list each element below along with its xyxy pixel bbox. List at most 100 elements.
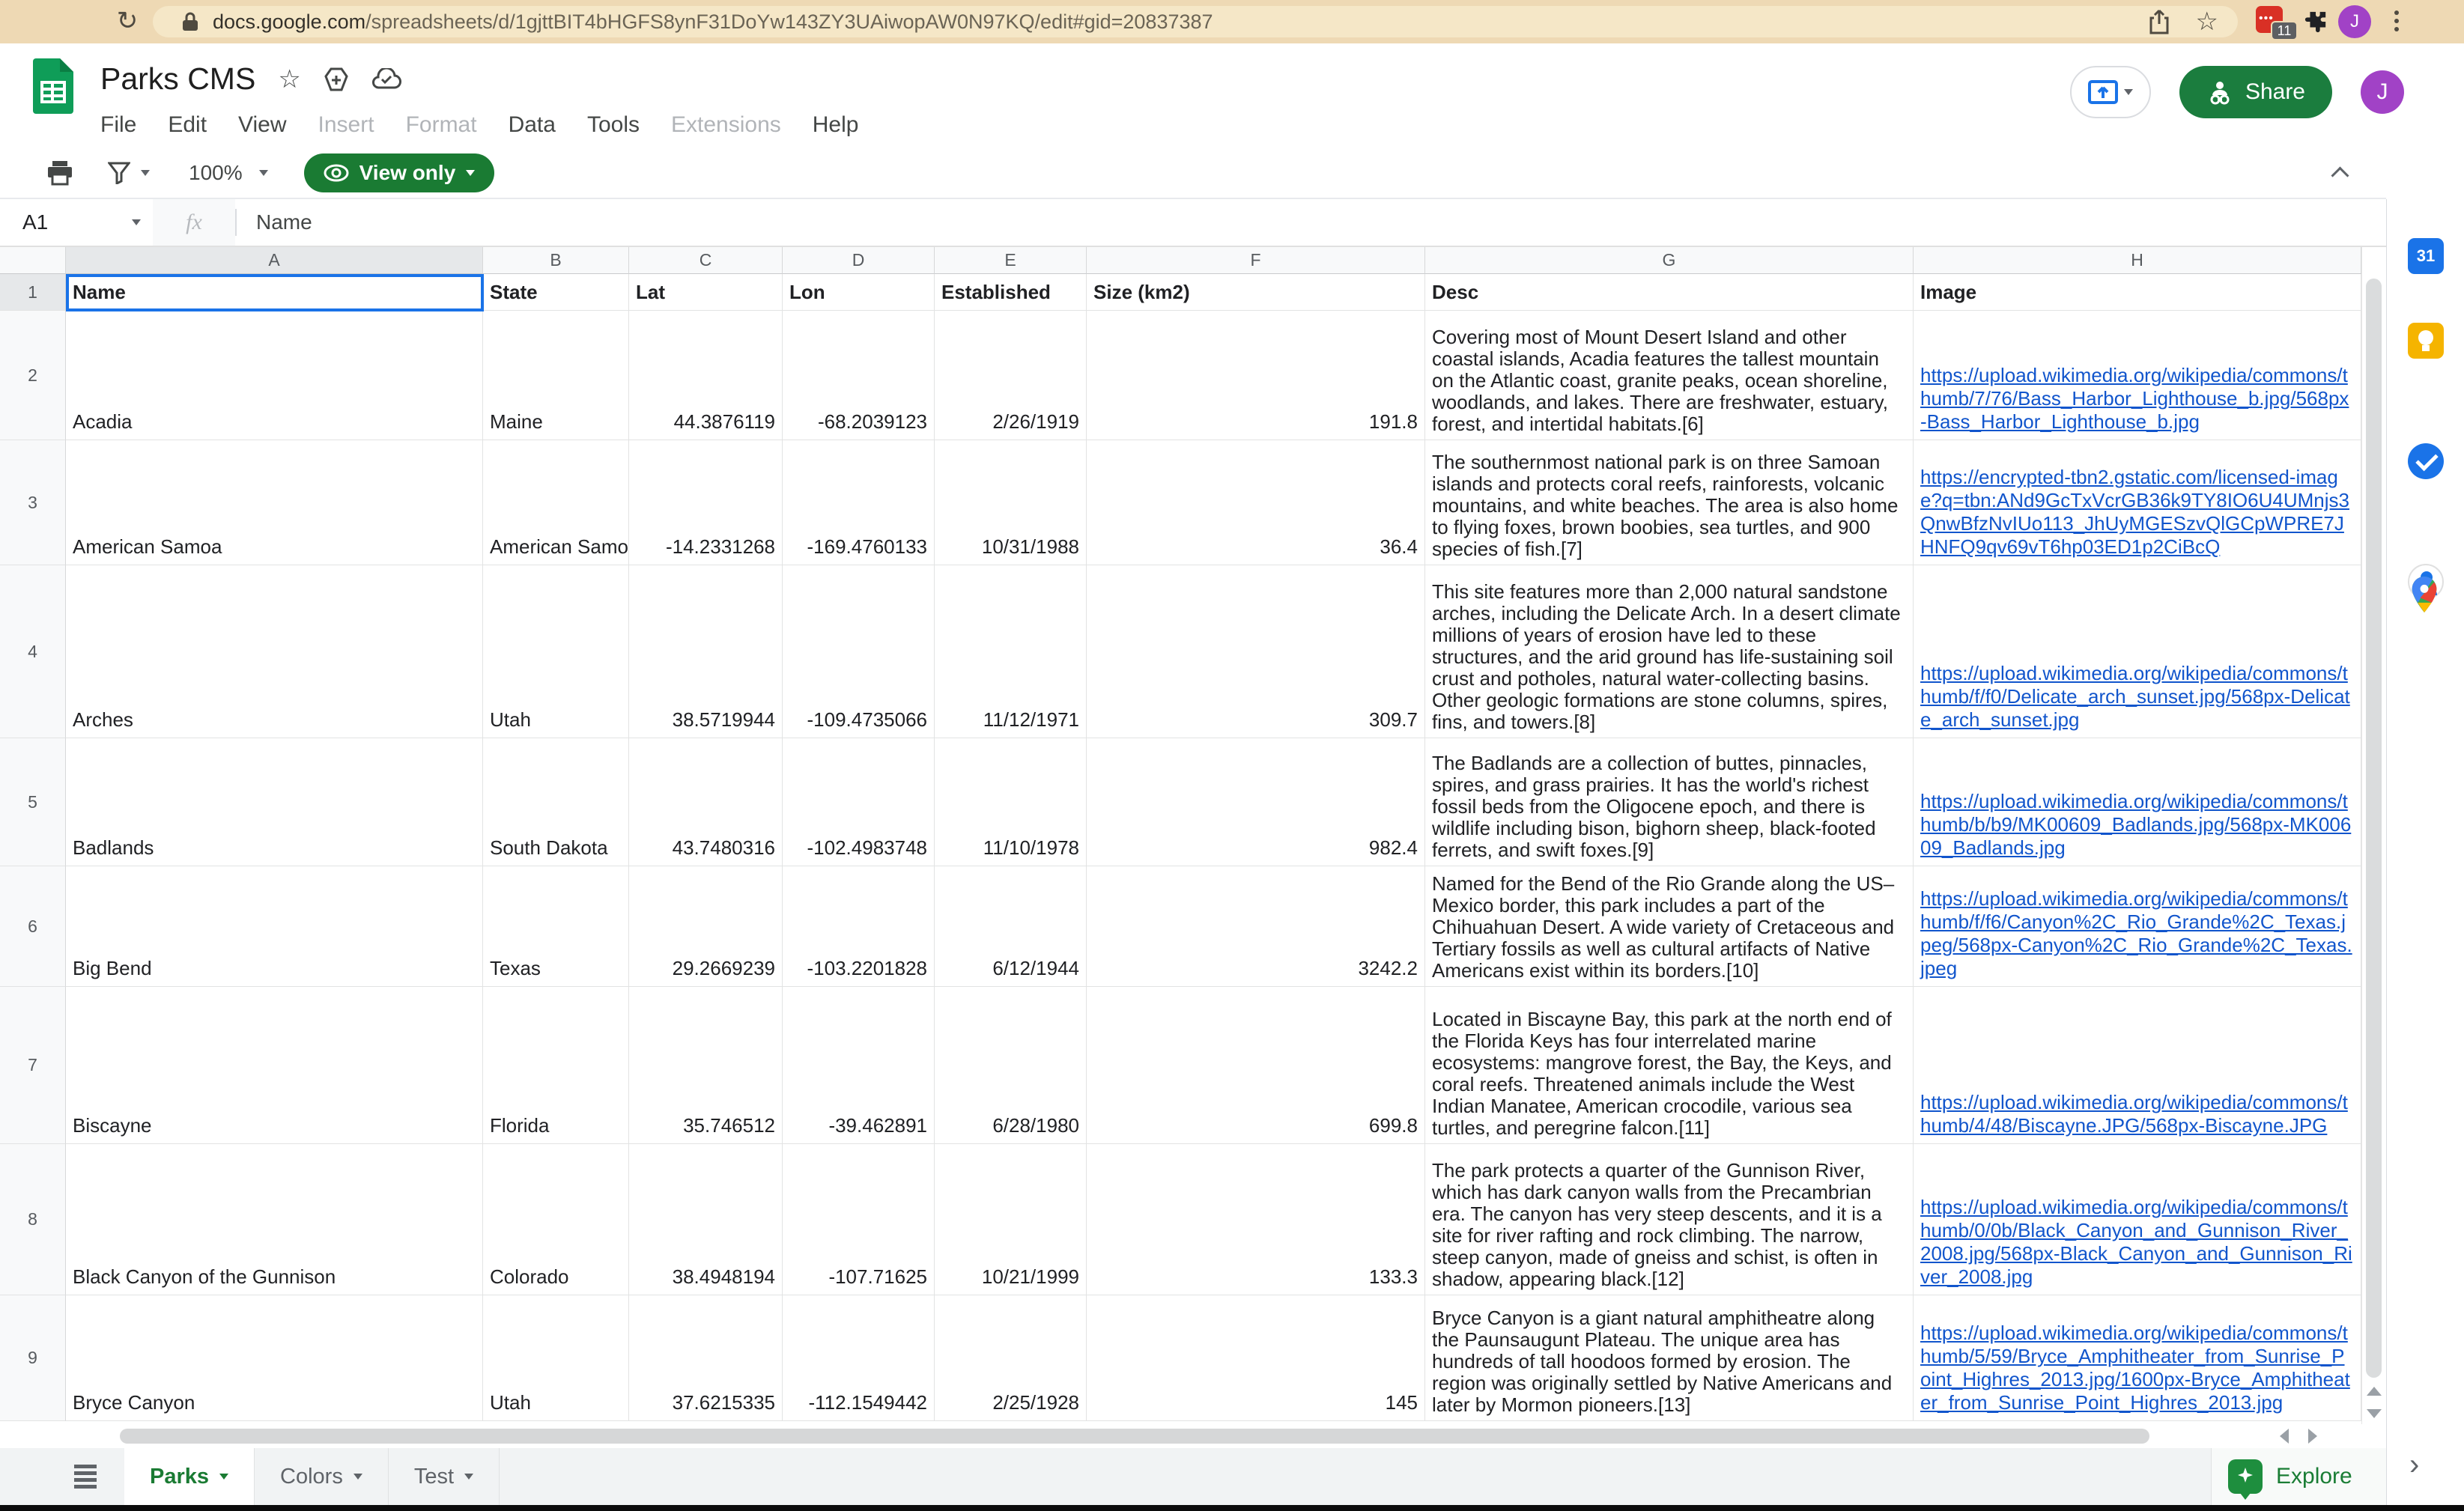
cell-lat[interactable]: 38.4948194 bbox=[629, 1144, 783, 1295]
cell-size[interactable]: 36.4 bbox=[1087, 440, 1425, 565]
tab-parks-caret-icon[interactable] bbox=[219, 1474, 228, 1480]
cell-header-established[interactable]: Established bbox=[935, 274, 1087, 311]
star-document-icon[interactable]: ☆ bbox=[278, 64, 300, 94]
cell-size[interactable]: 699.8 bbox=[1087, 987, 1425, 1144]
cell-image[interactable]: https://upload.wikimedia.org/wikipedia/c… bbox=[1914, 565, 2361, 738]
row-number[interactable]: 5 bbox=[0, 738, 66, 866]
cell-lat[interactable]: 38.5719944 bbox=[629, 565, 783, 738]
cell-header-size[interactable]: Size (km2) bbox=[1087, 274, 1425, 311]
cell-lat[interactable]: 43.7480316 bbox=[629, 738, 783, 866]
account-avatar[interactable]: J bbox=[2361, 70, 2404, 114]
cell-header-lon[interactable]: Lon bbox=[783, 274, 935, 311]
cell-established[interactable]: 10/31/1988 bbox=[935, 440, 1087, 565]
vertical-scrollbar[interactable] bbox=[2361, 247, 2386, 1424]
tab-colors-caret-icon[interactable] bbox=[353, 1474, 362, 1480]
column-header-a[interactable]: A bbox=[66, 247, 483, 274]
horizontal-scrollbar[interactable] bbox=[0, 1424, 2386, 1448]
cell-header-state[interactable]: State bbox=[483, 274, 629, 311]
cell-name[interactable]: Bryce Canyon bbox=[66, 1295, 483, 1421]
present-export-button[interactable] bbox=[2070, 66, 2151, 118]
cell-desc[interactable]: Covering most of Mount Desert Island and… bbox=[1425, 311, 1914, 440]
cell-header-image[interactable]: Image bbox=[1914, 274, 2361, 311]
cell-state[interactable]: South Dakota bbox=[483, 738, 629, 866]
cell-size[interactable]: 309.7 bbox=[1087, 565, 1425, 738]
keep-icon[interactable] bbox=[2408, 323, 2444, 359]
cell-size[interactable]: 3242.2 bbox=[1087, 866, 1425, 987]
cell-established[interactable]: 10/21/1999 bbox=[935, 1144, 1087, 1295]
cell-established[interactable]: 2/26/1919 bbox=[935, 311, 1087, 440]
cell-name[interactable]: Acadia bbox=[66, 311, 483, 440]
cell-desc[interactable]: Named for the Bend of the Rio Grande alo… bbox=[1425, 866, 1914, 987]
menu-insert[interactable]: Insert bbox=[318, 112, 374, 138]
column-header-h[interactable]: H bbox=[1914, 247, 2361, 274]
menu-extensions[interactable]: Extensions bbox=[671, 112, 781, 138]
column-header-d[interactable]: D bbox=[783, 247, 935, 274]
horizontal-scrollbar-thumb[interactable] bbox=[120, 1429, 2149, 1444]
document-title[interactable]: Parks CMS bbox=[100, 61, 255, 97]
cell-image-link[interactable]: https://encrypted-tbn2.gstatic.com/licen… bbox=[1914, 466, 2361, 565]
menu-file[interactable]: File bbox=[100, 112, 136, 138]
cell-image[interactable]: https://encrypted-tbn2.gstatic.com/licen… bbox=[1914, 440, 2361, 565]
hide-side-panel-icon[interactable]: › bbox=[2409, 1448, 2419, 1482]
cell-established[interactable]: 2/25/1928 bbox=[935, 1295, 1087, 1421]
row-number[interactable]: 4 bbox=[0, 565, 66, 738]
cell-lon[interactable]: -39.462891 bbox=[783, 987, 935, 1144]
cell-header-lat[interactable]: Lat bbox=[629, 274, 783, 311]
share-button[interactable]: Share bbox=[2179, 66, 2332, 118]
menu-format[interactable]: Format bbox=[406, 112, 477, 138]
lock-icon[interactable] bbox=[181, 11, 199, 32]
scroll-right-icon[interactable] bbox=[2308, 1429, 2317, 1444]
cell-image[interactable]: https://upload.wikimedia.org/wikipedia/c… bbox=[1914, 1295, 2361, 1421]
cell-lon[interactable]: -68.2039123 bbox=[783, 311, 935, 440]
cell-lat[interactable]: 35.746512 bbox=[629, 987, 783, 1144]
filter-icon[interactable] bbox=[108, 162, 130, 184]
cell-image-link[interactable]: https://upload.wikimedia.org/wikipedia/c… bbox=[1914, 1322, 2361, 1420]
cell-established[interactable]: 6/28/1980 bbox=[935, 987, 1087, 1144]
menu-edit[interactable]: Edit bbox=[168, 112, 207, 138]
sheets-logo-icon[interactable] bbox=[33, 58, 73, 114]
scroll-down-icon[interactable] bbox=[2367, 1409, 2382, 1418]
menu-data[interactable]: Data bbox=[509, 112, 556, 138]
column-header-b[interactable]: B bbox=[483, 247, 629, 274]
cell-name[interactable]: Biscayne bbox=[66, 987, 483, 1144]
tasks-icon[interactable] bbox=[2408, 443, 2444, 479]
column-header-f[interactable]: F bbox=[1087, 247, 1425, 274]
cell-image-link[interactable]: https://upload.wikimedia.org/wikipedia/c… bbox=[1914, 887, 2361, 986]
menu-tools[interactable]: Tools bbox=[587, 112, 640, 138]
cell-state[interactable]: American Samoa bbox=[483, 440, 629, 565]
column-header-g[interactable]: G bbox=[1425, 247, 1914, 274]
reload-icon[interactable]: ↻ bbox=[111, 4, 144, 37]
cell-image-link[interactable]: https://upload.wikimedia.org/wikipedia/c… bbox=[1914, 662, 2361, 738]
cell-image-link[interactable]: https://upload.wikimedia.org/wikipedia/c… bbox=[1914, 1196, 2361, 1295]
bookmark-star-icon[interactable]: ☆ bbox=[2196, 7, 2218, 37]
tab-parks[interactable]: Parks bbox=[124, 1448, 255, 1505]
tab-test[interactable]: Test bbox=[389, 1448, 500, 1505]
cell-lon[interactable]: -107.71625 bbox=[783, 1144, 935, 1295]
cell-image[interactable]: https://upload.wikimedia.org/wikipedia/c… bbox=[1914, 987, 2361, 1144]
cell-state[interactable]: Colorado bbox=[483, 1144, 629, 1295]
cell-name[interactable]: American Samoa bbox=[66, 440, 483, 565]
cell-desc[interactable]: The southernmost national park is on thr… bbox=[1425, 440, 1914, 565]
cell-image[interactable]: https://upload.wikimedia.org/wikipedia/c… bbox=[1914, 1144, 2361, 1295]
cell-state[interactable]: Maine bbox=[483, 311, 629, 440]
explore-button[interactable]: Explore bbox=[2211, 1448, 2386, 1505]
cell-desc[interactable]: The park protects a quarter of the Gunni… bbox=[1425, 1144, 1914, 1295]
address-bar[interactable]: docs.google.com/spreadsheets/d/1gjttBIT4… bbox=[153, 6, 2238, 37]
row-number[interactable]: 6 bbox=[0, 866, 66, 987]
scroll-up-icon[interactable] bbox=[2367, 1387, 2382, 1396]
vertical-scrollbar-thumb[interactable] bbox=[2366, 279, 2382, 1378]
cell-name[interactable]: Black Canyon of the Gunnison bbox=[66, 1144, 483, 1295]
cell-state[interactable]: Florida bbox=[483, 987, 629, 1144]
cell-size[interactable]: 145 bbox=[1087, 1295, 1425, 1421]
menu-view[interactable]: View bbox=[238, 112, 286, 138]
cell-size[interactable]: 982.4 bbox=[1087, 738, 1425, 866]
cell-size[interactable]: 191.8 bbox=[1087, 311, 1425, 440]
cell-image-link[interactable]: https://upload.wikimedia.org/wikipedia/c… bbox=[1914, 364, 2361, 440]
cell-established[interactable]: 11/12/1971 bbox=[935, 565, 1087, 738]
browser-profile-avatar[interactable]: J bbox=[2338, 5, 2371, 38]
filter-caret-icon[interactable] bbox=[141, 170, 150, 176]
view-only-button[interactable]: View only bbox=[304, 153, 495, 192]
cell-desc[interactable]: Located in Biscayne Bay, this park at th… bbox=[1425, 987, 1914, 1144]
cloud-saved-icon[interactable] bbox=[371, 68, 401, 91]
row-number[interactable]: 2 bbox=[0, 311, 66, 440]
